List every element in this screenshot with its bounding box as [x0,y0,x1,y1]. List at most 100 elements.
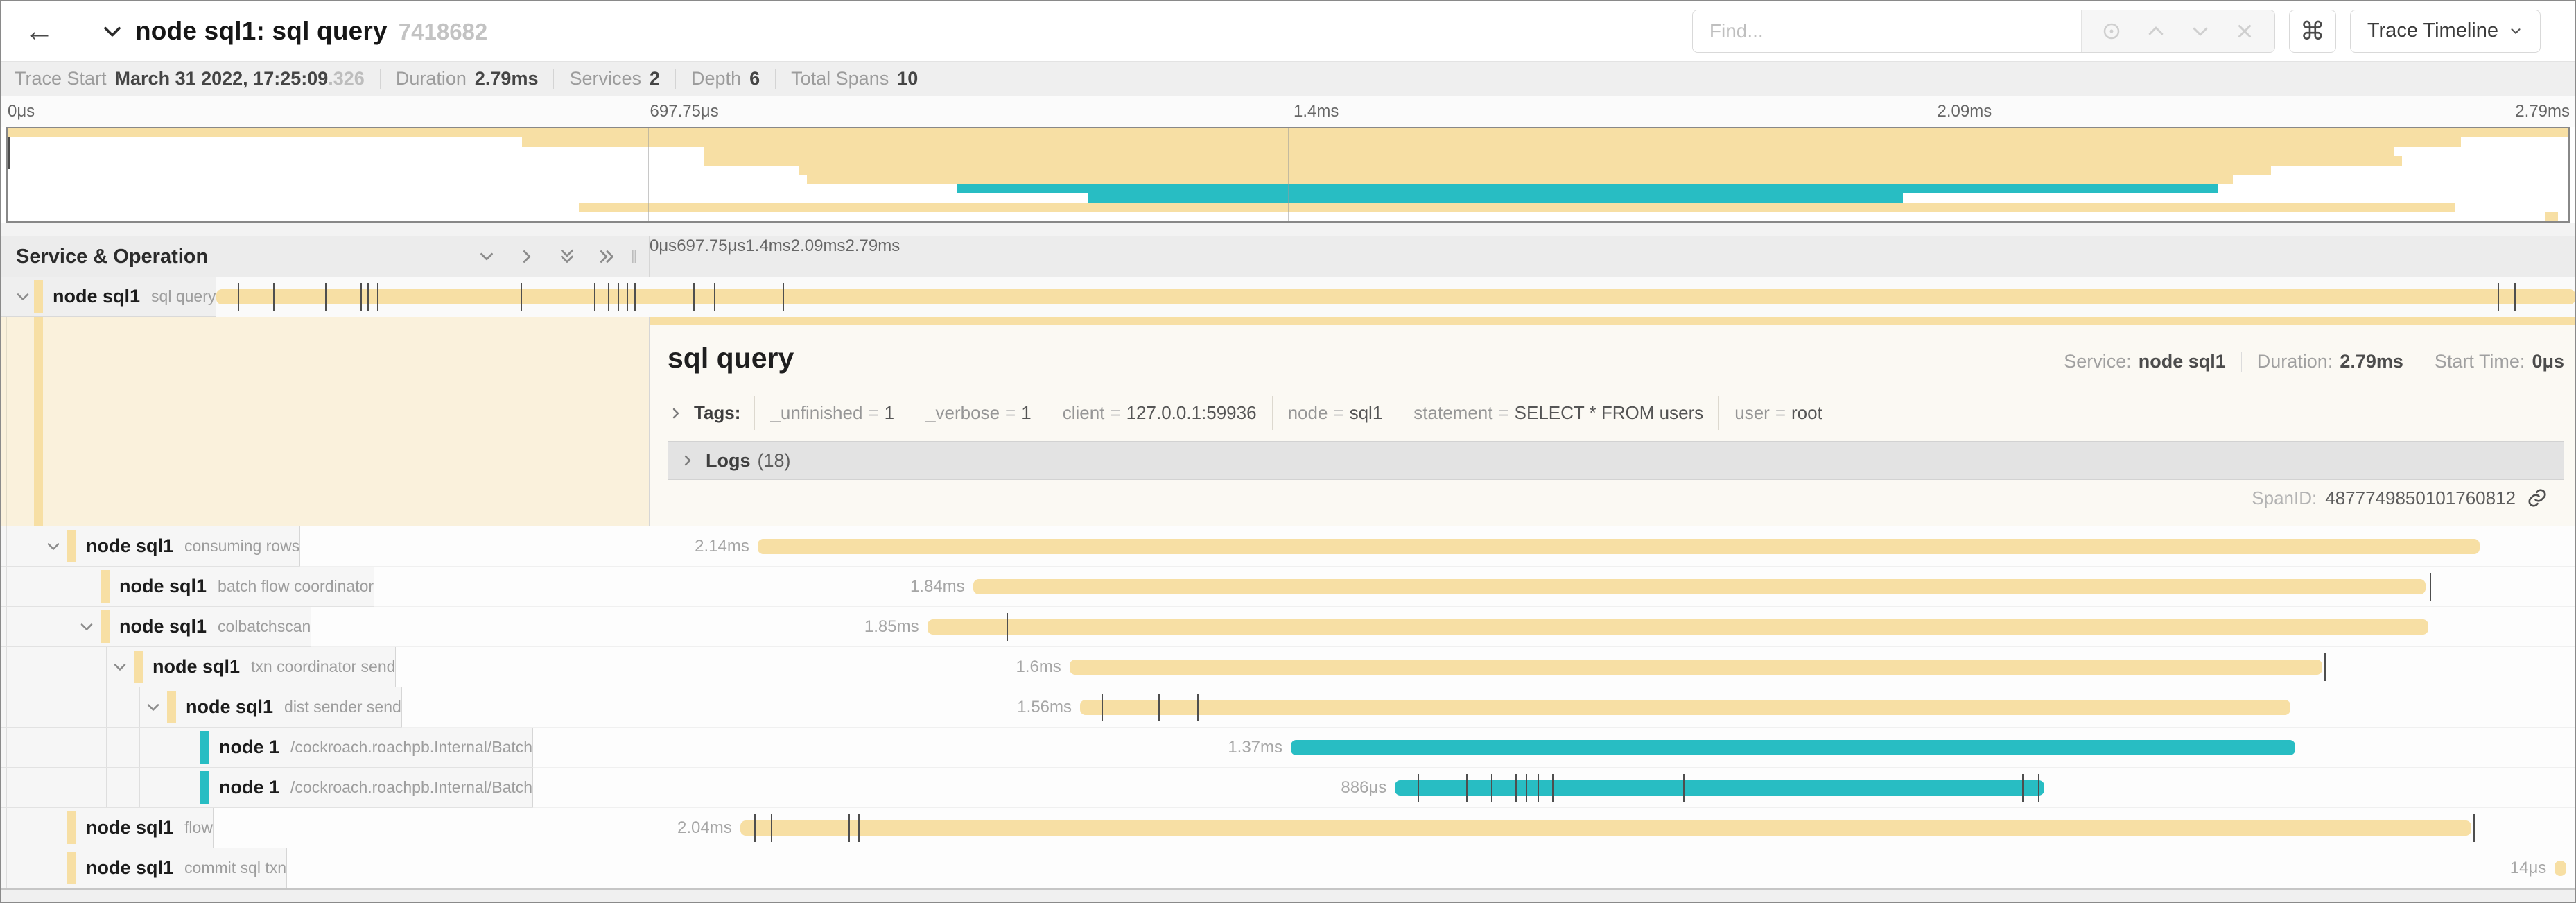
span-bar[interactable] [216,289,2575,304]
operation-name: colbatchscan [218,617,311,636]
tree-row[interactable]: node sql1commit sql txn [1,848,286,888]
tags-accordion[interactable]: Tags: _unfinished=1_verbose=1client=127.… [668,396,2564,430]
span-log-tick [783,283,784,311]
chevron-down-icon[interactable] [44,537,63,556]
tree-guide [139,768,140,807]
tag-equals: = [862,402,884,423]
time-tick-label: 1.4ms [1294,102,1339,121]
operation-name: txn coordinator send [251,657,395,676]
tree-row[interactable]: node sql1flow [1,808,213,848]
tag-item: _verbose=1 [910,396,1047,430]
span-log-tick [521,283,522,311]
info-label: Duration [396,68,467,89]
timeline-row[interactable]: 2.04ms [213,808,2575,848]
span-log-tick [273,283,275,311]
view-selector-label: Trace Timeline [2367,19,2498,42]
span-log-tick [1538,774,1539,802]
span-log-tick [771,814,772,842]
footer-strip [1,888,2575,903]
timeline-row[interactable]: 1.56ms [401,687,2575,728]
span-bar[interactable] [973,579,2426,594]
collapse-trace-chevron-icon[interactable] [101,19,124,43]
collapse-one-icon[interactable] [476,246,497,267]
span-log-tick [2324,653,2326,681]
timeline-row[interactable] [216,277,2575,317]
span-row: node 1/cockroach.roachpb.Internal/Batch1… [1,728,2575,768]
span-duration-label: 14μs [2510,859,2555,878]
span-bar[interactable] [740,820,2471,836]
tag-item: client=127.0.0.1:59936 [1047,396,1272,430]
info-value: March 31 2022, 17:25:09 [115,68,329,89]
detail-meta: Service:node sql1Duration:2.79msStart Ti… [2064,351,2564,372]
span-bar[interactable] [1395,780,2044,796]
chevron-down-icon[interactable] [77,617,96,637]
timeline-row[interactable]: 886μs [532,768,2575,808]
operation-name: commit sql txn [184,859,286,877]
logs-count: (18) [758,450,791,472]
span-row: node sql1colbatchscan1.85ms [1,607,2575,647]
tree-row[interactable]: node sql1batch flow coordinator [1,567,374,607]
minimap-canvas[interactable] [6,127,2570,223]
detail-left-column [1,317,649,526]
focus-match-icon[interactable] [2101,21,2122,42]
timeline-row[interactable]: 2.14ms [299,526,2575,567]
span-bar[interactable] [1291,740,2295,755]
service-color-bar [134,651,143,683]
tree-row[interactable]: node 1/cockroach.roachpb.Internal/Batch [1,768,532,808]
tree-row[interactable]: node sql1dist sender send [1,687,401,728]
span-bar[interactable] [928,619,2428,635]
link-icon[interactable] [2527,488,2548,508]
span-row: node 1/cockroach.roachpb.Internal/Batch8… [1,768,2575,808]
span-detail-row: sql query Service:node sql1Duration:2.79… [1,317,2575,526]
span-row: node sql1consuming rows2.14ms [1,526,2575,567]
service-color-bar [67,530,76,562]
chevron-down-icon[interactable] [13,287,33,307]
view-selector-button[interactable]: Trace Timeline [2350,10,2541,53]
tag-key: _unfinished [770,402,862,423]
span-bar[interactable] [2555,861,2566,876]
tree-row[interactable]: node sql1 sql query [1,277,216,317]
span-bar[interactable] [1070,660,2323,675]
expand-one-icon[interactable] [516,246,537,267]
timeline-row[interactable]: 1.6ms [395,647,2575,687]
timeline-row[interactable]: 1.85ms [311,607,2575,647]
operation-name: sql query [151,287,216,306]
timeline-row[interactable]: 14μs [286,848,2575,888]
info-value: 2.79ms [475,68,539,89]
minimap-span-strip [2545,212,2558,221]
span-row: node sql1dist sender send1.56ms [1,687,2575,728]
span-log-tick [2473,814,2475,842]
timeline-row[interactable]: 1.84ms [374,567,2575,607]
logs-accordion[interactable]: Logs (18) [668,441,2564,480]
prev-match-icon[interactable] [2146,21,2166,42]
tree-guide [106,687,107,727]
span-bar[interactable] [1080,700,2290,715]
chevron-down-icon[interactable] [143,698,163,717]
find-input[interactable] [1693,10,2081,52]
trace-info-bar: Trace StartMarch 31 2022, 17:25:09.326Du… [1,62,2575,96]
clear-find-icon[interactable] [2234,21,2255,42]
timeline-row[interactable]: 1.37ms [532,728,2575,768]
tree-row[interactable]: node sql1consuming rows [1,526,299,567]
span-log-tick [1007,613,1008,641]
tag-list: _unfinished=1_verbose=1client=127.0.0.1:… [754,396,1838,430]
next-match-icon[interactable] [2190,21,2211,42]
time-tick-label: 697.75μs [650,102,719,121]
collapse-all-icon[interactable] [557,246,577,267]
span-bar[interactable] [758,539,2480,554]
tree-row[interactable]: node 1/cockroach.roachpb.Internal/Batch [1,728,532,768]
tag-equals: = [1000,402,1021,423]
back-button[interactable]: ← [1,1,78,61]
column-resize-grip[interactable]: ‖ [630,246,639,268]
span-log-tick [1418,774,1419,802]
span-log-tick [2022,774,2024,802]
span-row: node sql1txn coordinator send1.6ms [1,647,2575,687]
tree-row[interactable]: node sql1txn coordinator send [1,647,395,687]
keyboard-shortcuts-button[interactable]: ⌘ [2289,10,2336,53]
tree-row[interactable]: node sql1colbatchscan [1,607,311,647]
info-value-fraction: .326 [328,68,365,89]
time-tick-label: 2.79ms [845,237,900,255]
expand-all-icon[interactable] [597,246,618,267]
detail-meta-label: Start Time: [2435,351,2525,372]
chevron-down-icon[interactable] [110,657,130,677]
